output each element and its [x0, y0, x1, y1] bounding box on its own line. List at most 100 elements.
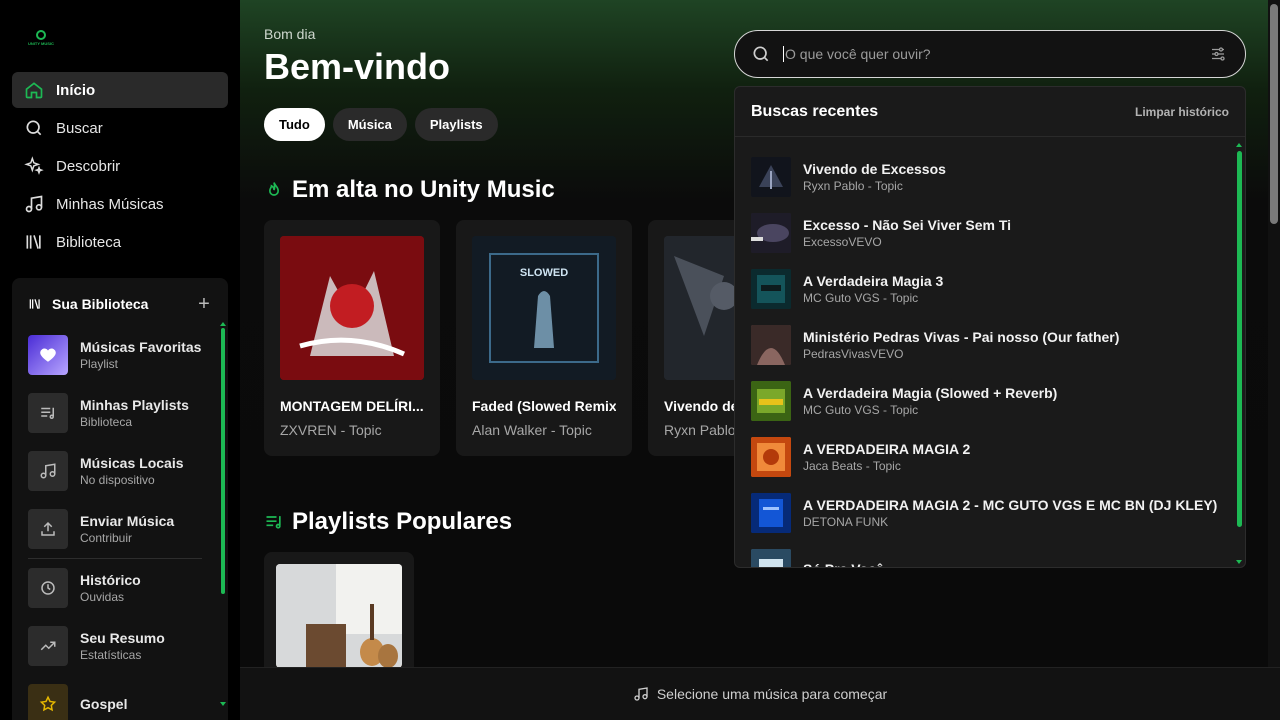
add-playlist-button[interactable]: +: [196, 294, 212, 314]
chip-tudo[interactable]: Tudo: [264, 108, 325, 141]
filter-chips: Tudo Música Playlists: [264, 108, 498, 141]
library-item-favoritas[interactable]: Músicas Favoritas Playlist: [28, 326, 204, 384]
library-item-name: Músicas Locais: [80, 455, 184, 471]
track-thumbnail: [751, 549, 791, 567]
track-artist[interactable]: Alan Walker - Topic: [472, 422, 616, 438]
track-card[interactable]: SLOWED Faded (Slowed Remix) Alan Walker …: [456, 220, 632, 456]
logo-mark: [36, 30, 46, 40]
library-icon: [28, 297, 42, 311]
home-icon: [24, 80, 44, 100]
track-thumbnail: [751, 381, 791, 421]
main-nav: Início Buscar Descobrir Minhas Músicas B…: [12, 72, 228, 262]
greeting-text: Bom dia: [264, 26, 316, 42]
upload-icon: [28, 509, 68, 549]
dropdown-scrollbar[interactable]: [1237, 151, 1242, 527]
track-thumbnail: [751, 493, 791, 533]
library-scroll-down[interactable]: [220, 702, 226, 706]
recent-search-title: A VERDADEIRA MAGIA 2 - MC GUTO VGS E MC …: [803, 497, 1218, 513]
library-item-historico[interactable]: Histórico Ouvidas: [28, 559, 204, 617]
library-item-name: Histórico: [80, 572, 141, 588]
recent-searches-dropdown: Buscas recentes Limpar histórico Vivendo…: [734, 86, 1246, 568]
chip-musica[interactable]: Música: [332, 108, 407, 141]
track-thumbnail: [751, 325, 791, 365]
section-title-text: Em alta no Unity Music: [292, 176, 555, 203]
library-panel: Sua Biblioteca + Músicas Favoritas Playli…: [12, 278, 228, 720]
search-icon: [751, 44, 771, 64]
recent-search-item[interactable]: A VERDADEIRA MAGIA 2 - MC GUTO VGS E MC …: [751, 485, 1221, 541]
star-icon: [28, 684, 68, 720]
recent-searches-header: Buscas recentes Limpar histórico: [735, 87, 1245, 137]
library-item-locais[interactable]: Músicas Locais No dispositivo: [28, 442, 204, 500]
library-item-enviar[interactable]: Enviar Música Contribuir: [28, 500, 204, 558]
library-item-sub: No dispositivo: [80, 473, 155, 487]
library-title[interactable]: Sua Biblioteca: [52, 296, 148, 312]
recent-search-sub: Ryxn Pablo - Topic: [803, 179, 903, 193]
recent-search-item[interactable]: Ministério Pedras Vivas - Pai nosso (Our…: [751, 317, 1221, 373]
search-input[interactable]: [783, 46, 1193, 62]
main-scrollbar-thumb[interactable]: [1270, 4, 1278, 224]
playlist-icon: [28, 393, 68, 433]
nav-item-minhas-musicas[interactable]: Minhas Músicas: [12, 186, 228, 222]
recent-searches-list: Vivendo de Excessos Ryxn Pablo - Topic Ex…: [751, 149, 1221, 567]
library-item-sub: Playlist: [80, 357, 119, 371]
recent-search-sub: Jaca Beats - Topic: [803, 459, 901, 473]
sidebar: UNITY MUSIC Início Buscar Descobrir Minh…: [0, 0, 240, 720]
library-item-playlists[interactable]: Minhas Playlists Biblioteca: [28, 384, 204, 442]
chip-playlists[interactable]: Playlists: [414, 108, 498, 141]
recent-search-title: A VERDADEIRA MAGIA 2: [803, 441, 971, 457]
recent-search-item[interactable]: A VERDADEIRA MAGIA 2 Jaca Beats - Topic: [751, 429, 1221, 485]
recent-search-item[interactable]: A Verdadeira Magia 3 MC Guto VGS - Topic: [751, 261, 1221, 317]
music-note-icon: [633, 686, 649, 702]
track-title: Faded (Slowed Remix): [472, 398, 616, 414]
library-item-sub: Ouvidas: [80, 590, 125, 604]
art-text: SLOWED: [520, 267, 568, 279]
library-item-resumo[interactable]: Seu Resumo Estatísticas: [28, 617, 204, 675]
recent-search-item[interactable]: Excesso - Não Sei Viver Sem Ti ExcessoVEV…: [751, 205, 1221, 261]
recent-search-item[interactable]: A Verdadeira Magia (Slowed + Reverb) MC G…: [751, 373, 1221, 429]
recent-search-sub: MC Guto VGS - Topic: [803, 291, 919, 305]
dropdown-scroll-down[interactable]: [1236, 560, 1242, 564]
track-thumbnail: [751, 213, 791, 253]
nav-label: Início: [56, 81, 96, 99]
nav-label: Buscar: [56, 119, 103, 137]
nav-item-buscar[interactable]: Buscar: [12, 110, 228, 146]
dropdown-scroll-up[interactable]: [1236, 143, 1242, 147]
nav-item-biblioteca[interactable]: Biblioteca: [12, 224, 228, 260]
recent-search-item[interactable]: Só Pra Você: [751, 541, 1221, 567]
app-root: UNITY MUSIC Início Buscar Descobrir Minh…: [0, 0, 1280, 720]
nav-item-descobrir[interactable]: Descobrir: [12, 148, 228, 184]
recent-search-title: Só Pra Você: [803, 560, 884, 567]
recent-search-title: A Verdadeira Magia (Slowed + Reverb): [803, 385, 1058, 401]
clear-history-button[interactable]: Limpar histórico: [1135, 105, 1229, 119]
library-scrollbar[interactable]: [221, 328, 225, 594]
fire-icon: [264, 180, 284, 200]
page-title: Bem-vindo: [264, 46, 451, 87]
main-scrollbar[interactable]: [1268, 0, 1280, 667]
library-item-sub: Estatísticas: [80, 648, 142, 662]
playlist-card[interactable]: [264, 552, 414, 667]
app-logo[interactable]: UNITY MUSIC: [28, 30, 58, 48]
library-header: Sua Biblioteca +: [28, 294, 212, 314]
sparkle-icon: [24, 156, 44, 176]
library-item-sub: Contribuir: [80, 531, 133, 545]
track-artist[interactable]: ZXVREN - Topic: [280, 422, 424, 438]
track-thumbnail: [751, 437, 791, 477]
track-card[interactable]: MONTAGEM DELÍRI... ZXVREN - Topic: [264, 220, 440, 456]
player-empty-label: Selecione uma música para começar: [656, 686, 888, 702]
library-scroll-up[interactable]: [220, 322, 226, 326]
nav-item-inicio[interactable]: Início: [12, 72, 228, 108]
playlist-icon: [264, 512, 284, 532]
recent-search-title: Excesso - Não Sei Viver Sem Ti: [803, 217, 1012, 233]
album-art: SLOWED: [472, 236, 616, 380]
recent-search-sub: DETONA FUNK: [803, 515, 889, 529]
recent-search-sub: MC Guto VGS - Topic: [803, 403, 919, 417]
recent-search-title: A Verdadeira Magia 3: [803, 273, 944, 289]
clock-icon: [28, 568, 68, 608]
search-bar[interactable]: [734, 30, 1246, 78]
recent-search-item[interactable]: Vivendo de Excessos Ryxn Pablo - Topic: [751, 149, 1221, 205]
player-bar: Selecione uma música para começar: [240, 667, 1280, 720]
filter-icon[interactable]: [1209, 45, 1227, 63]
library-item-gospel[interactable]: Gospel: [28, 675, 204, 720]
playlists-section-title: Playlists Populares: [264, 508, 512, 536]
section-title-text: Playlists Populares: [292, 508, 513, 535]
